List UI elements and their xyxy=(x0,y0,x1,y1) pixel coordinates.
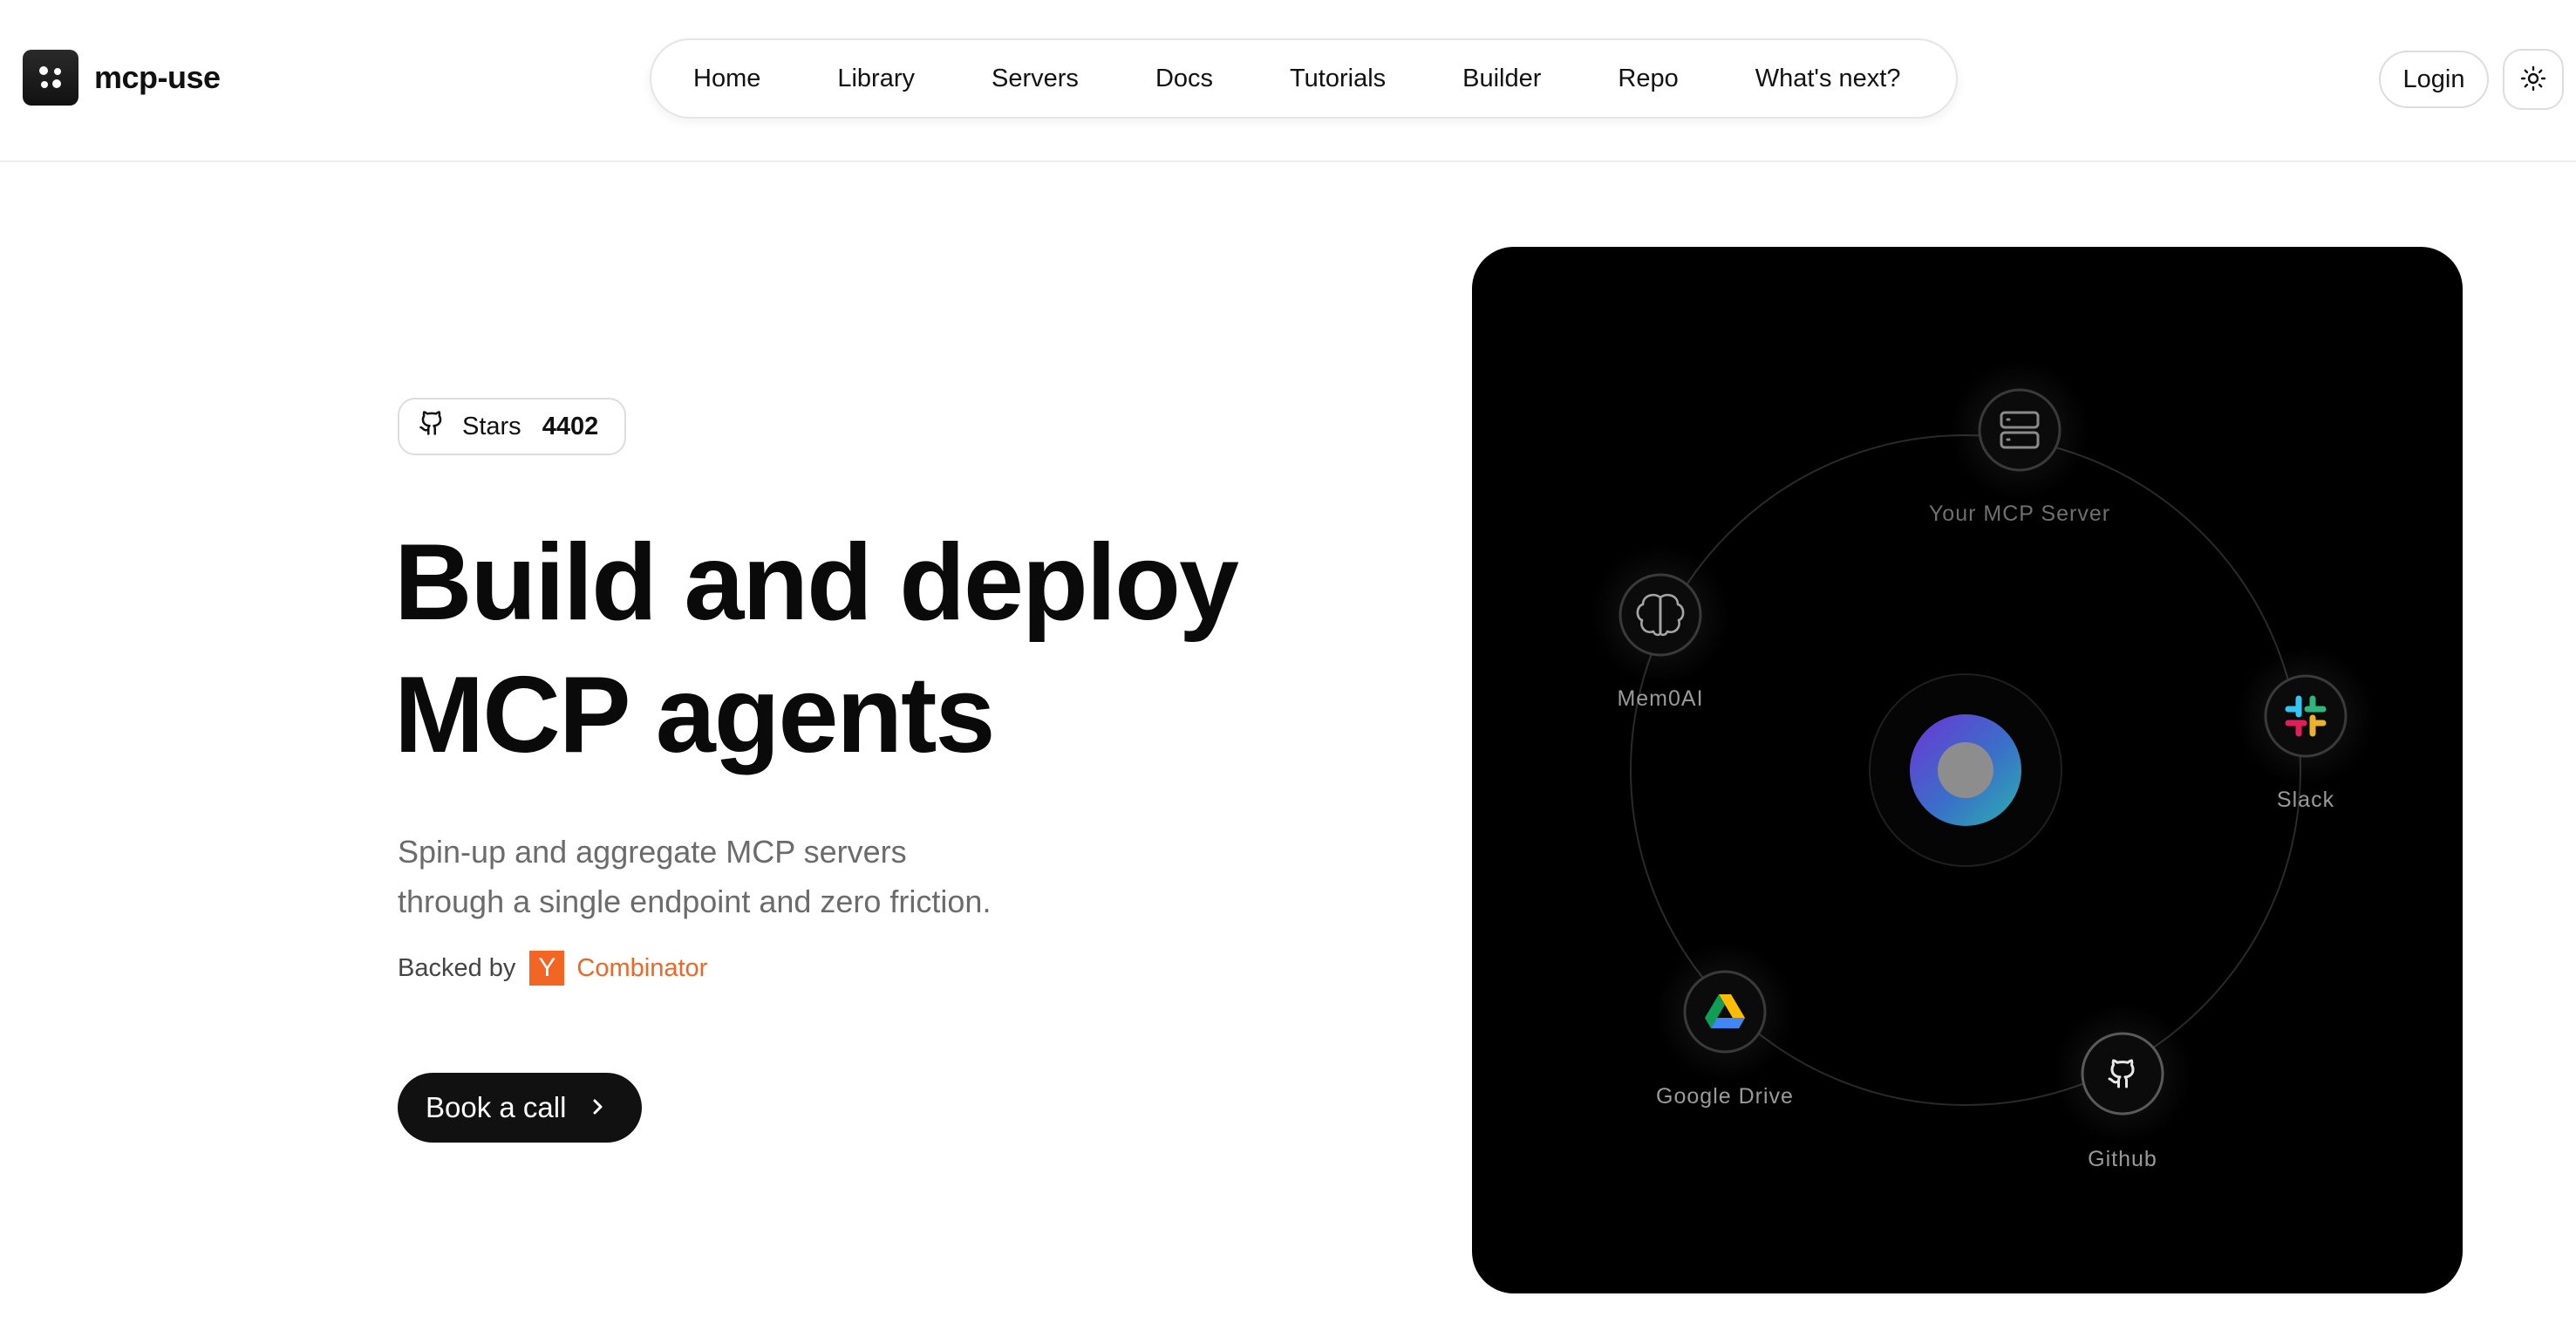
brand-name: mcp-use xyxy=(94,59,221,95)
backer-name[interactable]: Combinator xyxy=(576,954,707,983)
stars-count: 4402 xyxy=(542,412,599,440)
github-icon xyxy=(419,410,445,443)
nav-item-repo[interactable]: Repo xyxy=(1618,65,1678,93)
theme-toggle-button[interactable] xyxy=(2503,49,2564,110)
integration-diagram: Your MCP Server Mem0AI Slack Google Driv… xyxy=(1472,247,2463,1293)
stars-label: Stars xyxy=(462,412,521,440)
hero-subtitle-line-2: through a single endpoint and zero frict… xyxy=(398,884,992,919)
hero-title: Build and deploy MCP agents xyxy=(394,516,1353,781)
nav-item-library[interactable]: Library xyxy=(837,65,915,93)
nav-item-servers[interactable]: Servers xyxy=(992,65,1079,93)
site-header: mcp-use Home Library Servers Docs Tutori… xyxy=(0,0,2576,162)
nav-item-tutorials[interactable]: Tutorials xyxy=(1290,65,1386,93)
book-a-call-button[interactable]: Book a call xyxy=(398,1073,642,1143)
nav-item-home[interactable]: Home xyxy=(693,65,760,93)
node-label-mem0ai: Mem0AI xyxy=(1617,686,1704,711)
chevron-right-icon xyxy=(589,1091,606,1124)
node-label-slack: Slack xyxy=(2276,788,2335,812)
nav-item-builder[interactable]: Builder xyxy=(1462,65,1541,93)
node-github[interactable] xyxy=(2053,1004,2192,1143)
brand[interactable]: mcp-use xyxy=(23,50,221,106)
hero-title-line-1: Build and deploy xyxy=(394,522,1239,643)
node-mem0ai[interactable] xyxy=(1591,545,1730,685)
login-button[interactable]: Login xyxy=(2379,51,2489,108)
sun-icon xyxy=(2520,65,2546,94)
backed-by-label: Backed by xyxy=(398,953,516,982)
node-label-your-mcp-server: Your MCP Server xyxy=(1928,502,2111,526)
node-label-google-drive: Google Drive xyxy=(1656,1084,1794,1109)
node-your-mcp-server[interactable] xyxy=(1950,360,2089,500)
four-dots-icon xyxy=(23,50,78,106)
nav-item-docs[interactable]: Docs xyxy=(1155,65,1213,93)
nav-item-whats-next[interactable]: What's next? xyxy=(1755,65,1901,93)
node-google-drive[interactable] xyxy=(1655,942,1795,1082)
node-slack[interactable] xyxy=(2236,646,2375,786)
backed-by: Backed by Y Combinator xyxy=(398,951,707,986)
main-nav: Home Library Servers Docs Tutorials Buil… xyxy=(650,38,1958,119)
y-combinator-logo: Y xyxy=(529,951,565,986)
hero-subtitle: Spin-up and aggregate MCP servers throug… xyxy=(398,827,1182,926)
cta-label: Book a call xyxy=(426,1091,567,1123)
hero-subtitle-line-1: Spin-up and aggregate MCP servers xyxy=(398,834,907,870)
github-stars-badge[interactable]: Stars 4402 xyxy=(398,398,626,455)
hero-title-line-2: MCP agents xyxy=(394,655,995,775)
orb-icon xyxy=(1869,673,2062,867)
page: mcp-use Home Library Servers Docs Tutori… xyxy=(0,0,2576,1317)
node-label-github: Github xyxy=(2088,1147,2157,1171)
